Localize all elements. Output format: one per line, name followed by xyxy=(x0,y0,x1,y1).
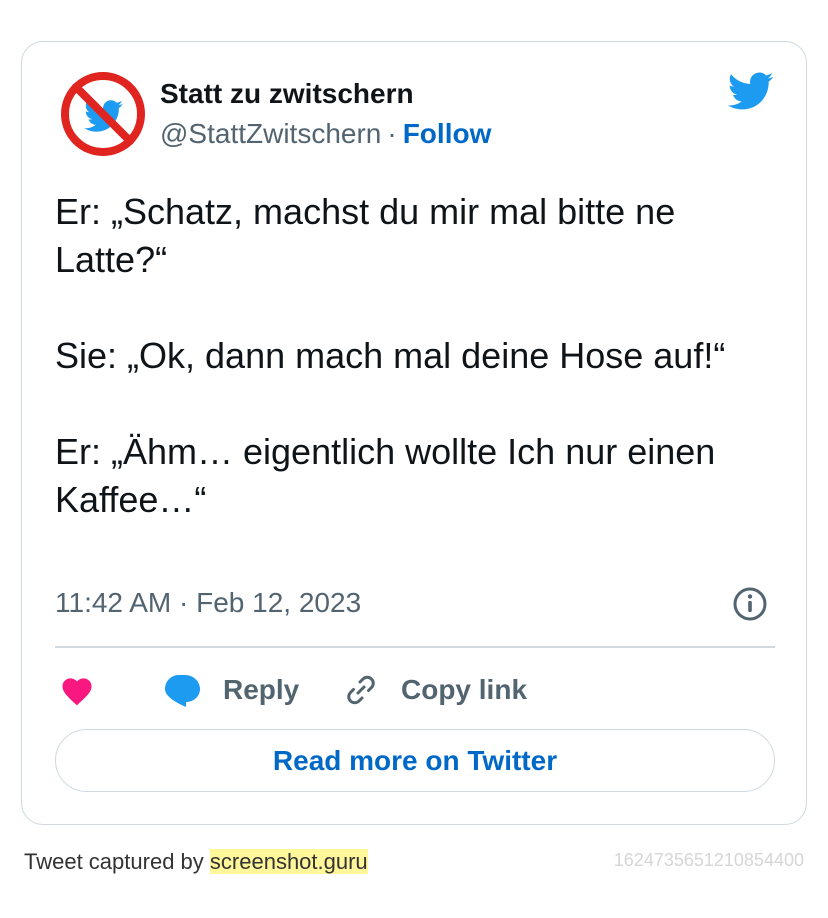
tweet-timestamp[interactable]: 11:42 AM · Feb 12, 2023 xyxy=(55,587,361,619)
screenshot-guru-link[interactable]: screenshot.guru xyxy=(209,849,368,874)
reply-button[interactable]: Reply xyxy=(163,666,299,714)
tweet-date: Feb 12, 2023 xyxy=(196,587,362,618)
like-button[interactable] xyxy=(59,666,95,714)
tweet-paragraph: Sie: „Ok, dann mach mal deine Hose auf!“ xyxy=(55,335,726,376)
tweet-paragraph: Er: „Schatz, machst du mir mal bitte ne … xyxy=(55,191,676,280)
tweet-id: 1624735651210854400 xyxy=(613,850,804,870)
twitter-bird-icon[interactable] xyxy=(726,70,774,112)
action-bar: Reply Copy link xyxy=(55,666,775,714)
capture-credit: Tweet captured by screenshot.guru xyxy=(24,849,368,875)
author-handle[interactable]: @StattZwitschern xyxy=(160,118,381,149)
reply-label: Reply xyxy=(223,674,300,705)
heart-icon xyxy=(62,678,92,706)
author-name[interactable]: Statt zu zwitschern xyxy=(160,78,414,110)
avatar-no-bird-icon[interactable] xyxy=(58,69,148,159)
tweet-time: 11:42 AM xyxy=(55,587,172,618)
copy-link-label: Copy link xyxy=(401,674,528,705)
copy-link-button[interactable]: Copy link xyxy=(343,666,527,714)
reply-bubble-icon xyxy=(165,675,200,707)
capture-credit-prefix: Tweet captured by xyxy=(24,849,204,874)
tweet-paragraph: Er: „Ähm… eigentlich wollte Ich nur eine… xyxy=(55,431,716,520)
link-icon xyxy=(347,675,375,705)
info-icon[interactable] xyxy=(732,586,768,622)
tweet-card: Statt zu zwitschern @StattZwitschern · Fol… xyxy=(21,41,807,825)
separator-dot: · xyxy=(387,118,397,149)
separator-dot: · xyxy=(179,587,189,618)
follow-button[interactable]: Follow xyxy=(403,118,492,149)
read-more-button[interactable]: Read more on Twitter xyxy=(55,729,775,792)
author-handle-line: @StattZwitschern · Follow xyxy=(160,118,491,150)
divider xyxy=(55,646,775,648)
tweet-text: Er: „Schatz, machst du mir mal bitte ne … xyxy=(55,188,775,524)
